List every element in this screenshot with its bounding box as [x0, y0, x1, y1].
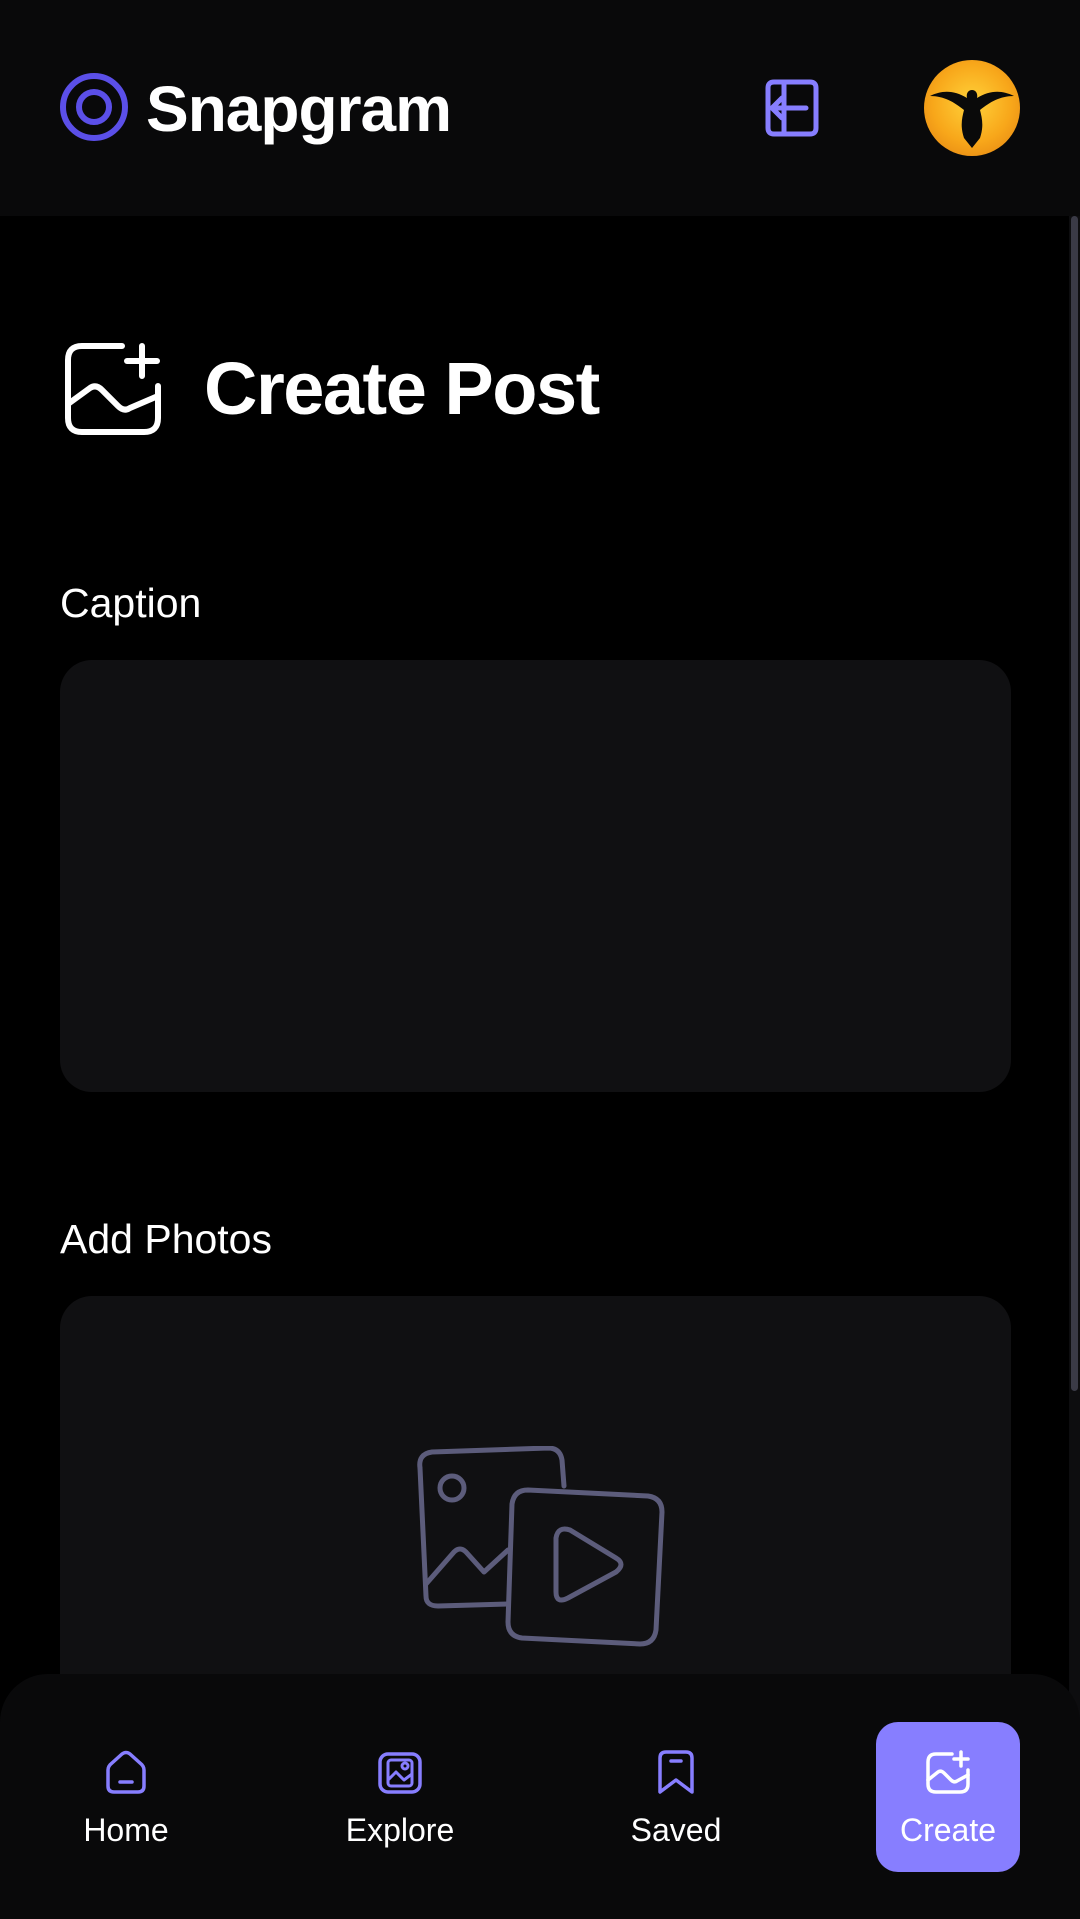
top-bar: Snapgram — [0, 0, 1080, 216]
logout-icon[interactable] — [760, 74, 824, 142]
home-icon — [106, 1750, 146, 1794]
avatar[interactable] — [924, 60, 1020, 156]
nav-home[interactable]: Home — [54, 1722, 198, 1872]
app-name[interactable]: Snapgram — [146, 70, 452, 148]
caption-label: Caption — [60, 580, 202, 626]
add-image-icon — [926, 1750, 970, 1794]
bookmark-icon — [658, 1750, 694, 1794]
nav-label: Home — [83, 1812, 169, 1848]
bottom-nav: Home Explore Saved Create — [0, 1674, 1080, 1919]
nav-label: Saved — [630, 1812, 722, 1848]
logo-icon — [60, 73, 128, 141]
nav-label: Create — [899, 1812, 997, 1848]
explore-icon — [378, 1752, 422, 1794]
add-photos-label: Add Photos — [60, 1216, 272, 1262]
nav-create[interactable]: Create — [876, 1722, 1020, 1872]
scrollbar[interactable] — [1069, 216, 1080, 1919]
photo-dropzone[interactable] — [60, 1296, 1011, 1716]
nav-label: Explore — [345, 1812, 455, 1848]
caption-textarea[interactable] — [60, 660, 1011, 1092]
nav-saved[interactable]: Saved — [604, 1722, 748, 1872]
page-title: Create Post — [204, 347, 600, 430]
add-image-icon — [65, 343, 161, 435]
scroll-thumb[interactable] — [1071, 216, 1078, 1391]
nav-explore[interactable]: Explore — [328, 1722, 472, 1872]
photo-video-icon — [417, 1446, 665, 1647]
eagle-icon — [930, 90, 1014, 148]
